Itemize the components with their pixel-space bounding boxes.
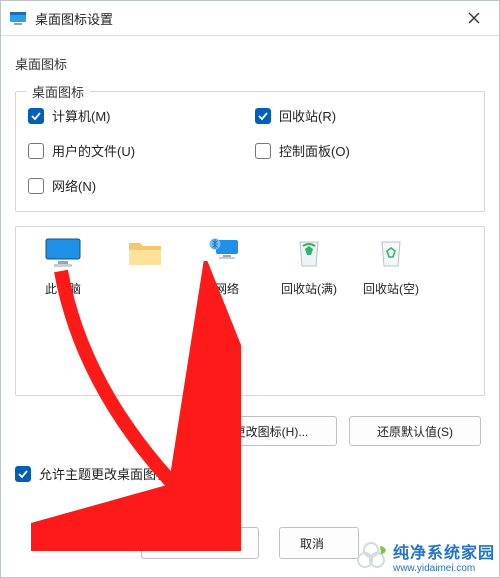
button-label: 取消 — [300, 535, 324, 552]
checkbox-computer[interactable]: 计算机(M) — [28, 106, 245, 125]
folder-icon — [126, 237, 164, 272]
recycle-empty-icon — [372, 237, 410, 272]
ok-button[interactable]: 确定 — [141, 527, 259, 559]
checkbox-label: 计算机(M) — [52, 106, 111, 125]
watermark-logo-icon — [355, 538, 389, 575]
checkbox-control[interactable]: 控制面板(O) — [255, 141, 472, 160]
checkbox-allow-theme[interactable]: 允许主题更改桌面图标(L) — [15, 464, 485, 483]
checkbox-label: 网络(N) — [52, 176, 96, 195]
watermark-title: 纯净系统家园 — [393, 539, 495, 563]
dialog-title: 桌面图标设置 — [35, 9, 457, 28]
checkbox-label: 回收站(R) — [279, 106, 336, 125]
button-label: 确定 — [188, 535, 212, 552]
button-label: 还原默认值(S) — [377, 423, 453, 440]
icon-item-recycle-empty[interactable]: 回收站(空) — [350, 237, 432, 297]
icon-preview-box: 此电脑 网络 回收 — [15, 226, 485, 396]
checkbox-label: 用户的文件(U) — [52, 141, 135, 160]
change-icon-button[interactable]: 更改图标(H)... — [205, 416, 337, 446]
checkbox-label: 控制面板(O) — [279, 141, 350, 160]
section-label: 桌面图标 — [15, 54, 485, 73]
network-icon — [208, 237, 246, 272]
watermark: 纯净系统家园 www.yidaimei.com — [355, 538, 495, 575]
icon-label: 此电脑 — [45, 280, 81, 297]
icon-item-this-pc[interactable]: 此电脑 — [22, 237, 104, 297]
dialog-window: 桌面图标设置 桌面图标 桌面图标 计算机(M) 回收站(R) 用户的文件(U) — [0, 0, 500, 578]
icon-label: 网络 — [215, 280, 239, 297]
restore-defaults-button[interactable]: 还原默认值(S) — [349, 416, 481, 446]
recycle-full-icon — [290, 237, 328, 272]
close-button[interactable] — [457, 1, 491, 35]
app-icon — [9, 9, 27, 27]
button-label: 更改图标(H)... — [234, 423, 309, 440]
icon-item-network[interactable]: 网络 — [186, 237, 268, 297]
checkbox-userfiles[interactable]: 用户的文件(U) — [28, 141, 245, 160]
icon-item-recycle-full[interactable]: 回收站(满) — [268, 237, 350, 297]
icon-item-folder[interactable] — [104, 237, 186, 297]
check-icon — [28, 178, 44, 194]
titlebar: 桌面图标设置 — [1, 1, 499, 36]
group-legend: 桌面图标 — [26, 82, 90, 101]
watermark-url: www.yidaimei.com — [393, 563, 495, 574]
checkbox-recycle[interactable]: 回收站(R) — [255, 106, 472, 125]
icon-label: 回收站(空) — [363, 280, 419, 297]
icon-label: 回收站(满) — [281, 280, 337, 297]
check-icon — [15, 466, 31, 482]
check-icon — [28, 143, 44, 159]
check-icon — [255, 143, 271, 159]
desktop-icons-group: 桌面图标 计算机(M) 回收站(R) 用户的文件(U) 控制面板(O) — [15, 91, 485, 212]
check-icon — [255, 108, 271, 124]
cancel-button[interactable]: 取消 — [279, 527, 359, 559]
checkbox-label: 允许主题更改桌面图标(L) — [39, 464, 185, 483]
monitor-icon — [44, 237, 82, 272]
check-icon — [28, 108, 44, 124]
checkbox-network[interactable]: 网络(N) — [28, 176, 245, 195]
